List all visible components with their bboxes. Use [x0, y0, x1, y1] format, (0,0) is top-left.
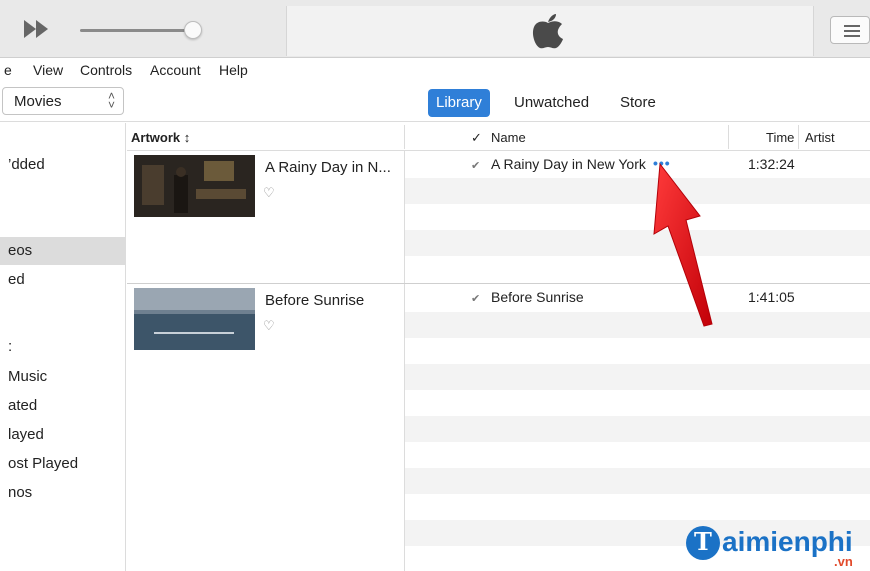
- column-header: Artwork ↕ ✓ Name Time Artist: [127, 123, 870, 151]
- movie-card[interactable]: A Rainy Day in N... ♡: [127, 151, 404, 283]
- sidebar-item-videos[interactable]: nos: [0, 479, 126, 507]
- watermark-letter: T: [694, 527, 712, 556]
- heart-icon[interactable]: ♡: [263, 318, 275, 334]
- column-checkmark[interactable]: ✓: [471, 130, 482, 146]
- sidebar-item-music[interactable]: Music: [0, 363, 126, 391]
- library-content: Artwork ↕ ✓ Name Time Artist A Rainy Day…: [127, 123, 870, 571]
- heart-icon[interactable]: ♡: [263, 185, 275, 201]
- table-row: [405, 416, 870, 442]
- sidebar-item-recently-played[interactable]: layed: [0, 421, 126, 449]
- row-time: 1:41:05: [748, 289, 795, 305]
- row-time: 1:32:24: [748, 156, 795, 172]
- row-checkbox[interactable]: ✔: [471, 159, 480, 172]
- fast-forward-icon[interactable]: [24, 20, 50, 38]
- column-name[interactable]: Name: [491, 130, 526, 145]
- table-row: [405, 364, 870, 390]
- menu-account[interactable]: Account: [150, 62, 201, 78]
- sidebar-item-downloaded[interactable]: ed: [0, 266, 126, 294]
- tab-library[interactable]: Library: [428, 89, 490, 117]
- list-view-button[interactable]: [830, 16, 870, 44]
- volume-slider[interactable]: [80, 29, 190, 32]
- select-arrows-icon: ˄ ˅: [107, 89, 115, 112]
- menu-view[interactable]: View: [33, 62, 63, 78]
- watermark-suffix: .vn: [834, 554, 853, 569]
- sidebar-item-home-videos[interactable]: eos: [0, 237, 126, 265]
- movie-card-title: A Rainy Day in N...: [265, 159, 391, 176]
- row-name[interactable]: Before Sunrise: [491, 289, 584, 305]
- movie-card-title: Before Sunrise: [265, 292, 365, 309]
- sidebar: ’dded eos ed : Music ated layed ost Play…: [0, 123, 126, 571]
- movie-artwork[interactable]: [134, 155, 255, 217]
- tab-store[interactable]: Store: [612, 89, 664, 117]
- column-artwork[interactable]: Artwork ↕: [131, 130, 190, 145]
- sidebar-item-recently-added[interactable]: ’dded: [0, 151, 126, 179]
- row-name[interactable]: A Rainy Day in New York: [491, 156, 646, 172]
- menu-help[interactable]: Help: [219, 62, 248, 78]
- menu-edit[interactable]: e: [4, 62, 12, 78]
- artwork-pane-divider: [404, 151, 405, 571]
- table-row: [405, 230, 870, 256]
- volume-slider-knob[interactable]: [184, 21, 202, 39]
- media-kind-select[interactable]: Movies ˄ ˅: [2, 87, 124, 115]
- menu-bar: e View Controls Account Help: [0, 58, 870, 84]
- column-time[interactable]: Time: [766, 130, 794, 145]
- column-divider: [798, 125, 799, 149]
- player-bar: [0, 0, 870, 58]
- sidebar-item-top-rated[interactable]: ated: [0, 392, 126, 420]
- red-pointer-arrow: [653, 162, 713, 327]
- movie-card[interactable]: Before Sunrise ♡: [127, 284, 404, 414]
- tab-unwatched[interactable]: Unwatched: [506, 89, 597, 117]
- column-divider: [728, 125, 729, 149]
- movie-artwork[interactable]: [134, 288, 255, 350]
- apple-logo-icon: [532, 14, 563, 49]
- media-kind-value: Movies: [14, 93, 62, 110]
- sidebar-item-most-played[interactable]: ost Played: [0, 450, 126, 478]
- row-checkbox[interactable]: ✔: [471, 292, 480, 305]
- column-divider: [404, 125, 405, 149]
- menu-controls[interactable]: Controls: [80, 62, 132, 78]
- library-toolbar: Movies ˄ ˅ Library Unwatched Store: [0, 84, 870, 122]
- table-row: [405, 312, 870, 338]
- sidebar-playlists-header: :: [8, 338, 13, 355]
- column-artist[interactable]: Artist: [805, 130, 835, 145]
- table-row: [405, 468, 870, 494]
- table-row: [405, 178, 870, 204]
